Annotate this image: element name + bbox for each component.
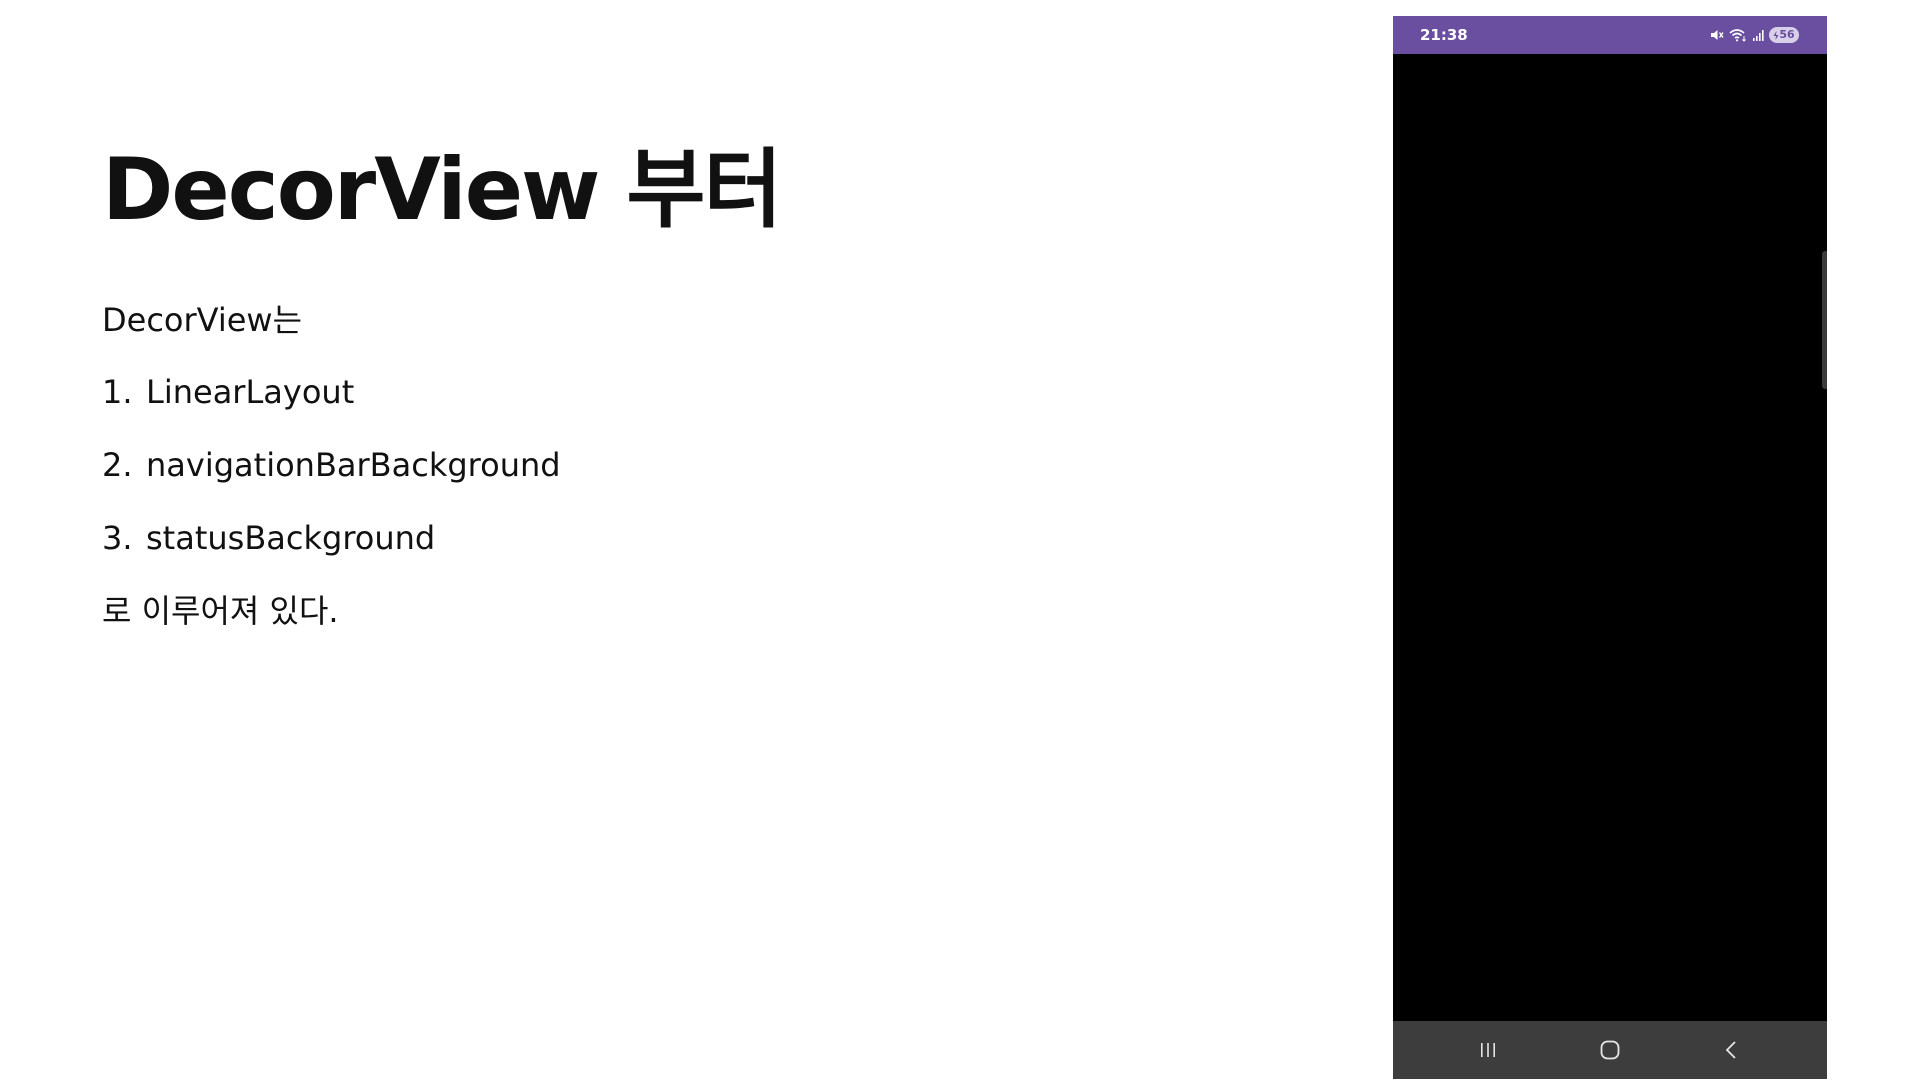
navigation-bar: [1393, 1021, 1827, 1079]
list-item-number: 1.: [102, 373, 133, 411]
home-button[interactable]: [1590, 1035, 1630, 1065]
battery-level: 56: [1779, 28, 1795, 41]
slide-title: DecorView 부터: [102, 140, 783, 240]
home-icon: [1600, 1040, 1620, 1060]
list-item-label: navigationBarBackground: [146, 446, 561, 484]
list-item-number: 2.: [102, 446, 133, 484]
outro-text: 로 이루어져 있다.: [102, 592, 339, 630]
wifi-icon: [1729, 28, 1747, 42]
component-list: 1. LinearLayout 2. navigationBarBackgrou…: [102, 372, 1302, 558]
status-bar: 21:38 56: [1393, 16, 1827, 54]
battery-indicator: 56: [1769, 27, 1799, 43]
list-item: 2. navigationBarBackground: [102, 445, 1302, 485]
app-screen: [1393, 54, 1827, 1021]
list-item-number: 3.: [102, 519, 133, 557]
intro-text: DecorView는: [102, 301, 303, 339]
list-item: 1. LinearLayout: [102, 372, 1302, 412]
status-icons: 56: [1710, 26, 1799, 44]
back-icon: [1725, 1041, 1736, 1059]
mute-icon: [1710, 28, 1724, 42]
list-item-label: statusBackground: [146, 519, 436, 557]
slide: DecorView 부터 DecorView는 1. LinearLayout …: [0, 0, 1920, 1080]
back-button[interactable]: [1712, 1035, 1752, 1065]
signal-icon: [1752, 29, 1764, 41]
edge-panel-handle[interactable]: [1822, 251, 1827, 389]
recent-apps-icon: [1481, 1043, 1495, 1057]
list-item-label: LinearLayout: [146, 373, 355, 411]
slide-content: DecorView 부터 DecorView는 1. LinearLayout …: [102, 140, 1302, 631]
recent-apps-button[interactable]: [1468, 1035, 1508, 1065]
phone-screenshot: 21:38 56: [1393, 16, 1827, 1079]
list-item: 3. statusBackground: [102, 518, 1302, 558]
status-time: 21:38: [1420, 26, 1468, 44]
